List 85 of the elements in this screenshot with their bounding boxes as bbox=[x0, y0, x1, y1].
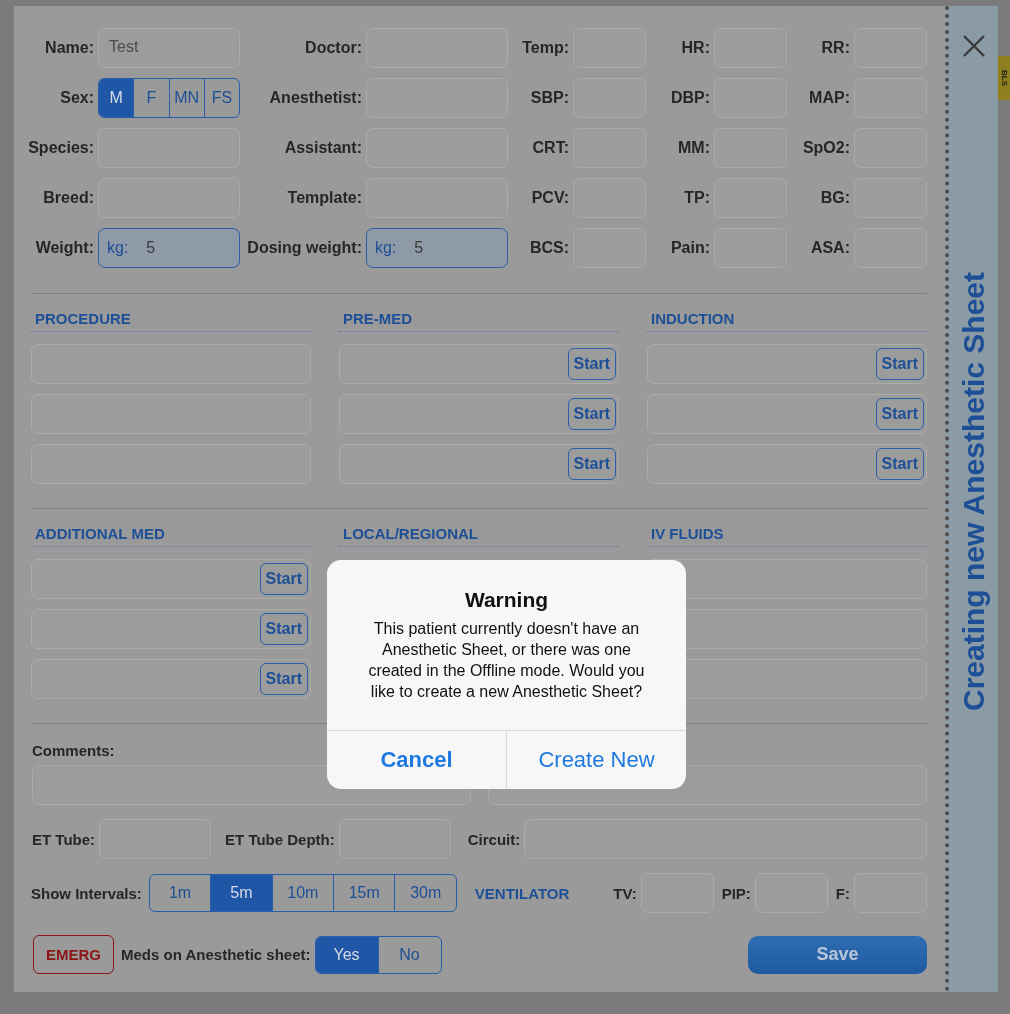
field-label: HR: bbox=[680, 39, 711, 57]
segment-option[interactable]: MN bbox=[168, 79, 204, 117]
start-button[interactable]: Start bbox=[875, 348, 924, 380]
text-field[interactable]: Start bbox=[31, 559, 311, 599]
field-label: Species: bbox=[27, 139, 95, 157]
side-tab[interactable]: BLS bbox=[998, 56, 1010, 100]
start-button[interactable]: Start bbox=[259, 563, 308, 595]
dialog-title: Warning bbox=[464, 588, 549, 612]
create-button[interactable]: Create New bbox=[507, 731, 686, 789]
emergency-button[interactable]: EMERG bbox=[33, 935, 114, 974]
field-label: Assistant: bbox=[283, 139, 363, 157]
field-label: ET Tube: bbox=[32, 830, 96, 848]
segment-option[interactable]: M bbox=[99, 79, 134, 117]
dialog-message: This patient currently doesn't have an Anesthetic Sheet, or there was one created in the Offline mode. Would you like to create a new Anesthetic Sheet? bbox=[367, 619, 646, 702]
field-label: TP: bbox=[683, 189, 711, 207]
text-field[interactable]: Start bbox=[339, 344, 619, 384]
segment-option[interactable]: 15m bbox=[333, 875, 395, 911]
field-label: RR: bbox=[820, 39, 851, 57]
section-heading: IV FLUIDS bbox=[647, 523, 927, 547]
field-label: SBP: bbox=[529, 89, 570, 107]
field-value: 5 bbox=[146, 239, 156, 257]
field-label: Doctor: bbox=[304, 39, 363, 57]
start-button[interactable]: Start bbox=[567, 448, 616, 480]
field-label: PCV: bbox=[530, 189, 570, 207]
field-label: MAP: bbox=[808, 89, 851, 107]
text-field[interactable]: Start bbox=[339, 394, 619, 434]
field-label: Temp: bbox=[521, 39, 570, 57]
field-label: Sex: bbox=[59, 89, 95, 107]
field-value: 5 bbox=[414, 239, 424, 257]
weight-field[interactable]: kg: 5 bbox=[98, 228, 240, 268]
field-label: BCS: bbox=[528, 239, 570, 257]
start-button[interactable]: Start bbox=[875, 448, 924, 480]
text-field[interactable]: Start bbox=[647, 344, 927, 384]
field-label: Show Intervals: bbox=[31, 884, 142, 902]
text-field[interactable]: Start bbox=[31, 609, 311, 649]
start-button[interactable]: Start bbox=[567, 398, 616, 430]
section-heading: LOCAL/REGIONAL bbox=[339, 523, 619, 547]
close-icon[interactable] bbox=[962, 34, 986, 58]
segment-option[interactable]: 5m bbox=[210, 875, 272, 911]
text-field[interactable]: Start bbox=[339, 444, 619, 484]
field-label: Weight: bbox=[34, 239, 95, 257]
segment-option[interactable]: Yes bbox=[315, 936, 378, 973]
segment-option[interactable]: No bbox=[377, 936, 441, 973]
field-label: Circuit: bbox=[467, 830, 521, 848]
field-label: BG: bbox=[819, 189, 851, 207]
section-heading: ADDITIONAL MED bbox=[31, 523, 311, 547]
segment-option[interactable]: F bbox=[133, 79, 169, 117]
unit-label: kg: bbox=[107, 239, 129, 257]
start-button[interactable]: Start bbox=[875, 398, 924, 430]
section-heading: PRE-MED bbox=[339, 308, 619, 332]
field-label: TV: bbox=[613, 884, 637, 902]
field-label: PIP: bbox=[721, 884, 751, 902]
start-button[interactable]: Start bbox=[259, 613, 308, 645]
section-heading: PROCEDURE bbox=[31, 308, 311, 332]
text-field[interactable]: Start bbox=[647, 394, 927, 434]
segment-option[interactable]: 1m bbox=[149, 875, 211, 911]
field-label: Meds on Anesthetic sheet: bbox=[121, 946, 311, 963]
text-field[interactable]: Test bbox=[98, 28, 240, 68]
segment-option[interactable]: FS bbox=[203, 79, 239, 117]
field-label: Dosing weight: bbox=[246, 239, 363, 257]
unit-label: kg: bbox=[375, 239, 397, 257]
field-label: Pain: bbox=[669, 239, 711, 257]
field-label: Template: bbox=[286, 189, 363, 207]
field-label: ASA: bbox=[809, 239, 851, 257]
text-field[interactable]: Start bbox=[647, 444, 927, 484]
segment-option[interactable]: 10m bbox=[271, 875, 334, 911]
weight-field[interactable]: kg: 5 bbox=[366, 228, 508, 268]
field-label: Anesthetist: bbox=[268, 89, 363, 107]
panel-title: Creating new Anesthetic Sheet bbox=[957, 272, 991, 711]
section-heading: INDUCTION bbox=[647, 308, 927, 332]
save-button[interactable]: Save bbox=[748, 935, 927, 974]
field-label: ET Tube Depth: bbox=[225, 830, 335, 848]
field-label: F: bbox=[835, 884, 850, 902]
field-label: Breed: bbox=[42, 189, 95, 207]
field-label: DBP: bbox=[669, 89, 711, 107]
start-button[interactable]: Start bbox=[259, 663, 308, 695]
section-heading: VENTILATOR bbox=[474, 884, 570, 902]
field-label: MM: bbox=[677, 139, 711, 157]
field-label: Name: bbox=[44, 39, 95, 57]
field-label: SpO2: bbox=[801, 139, 851, 157]
start-button[interactable]: Start bbox=[567, 348, 616, 380]
segment-option[interactable]: 30m bbox=[394, 875, 456, 911]
text-field[interactable]: Start bbox=[31, 659, 311, 699]
field-label: CRT: bbox=[531, 139, 570, 157]
cancel-button[interactable]: Cancel bbox=[327, 731, 507, 789]
